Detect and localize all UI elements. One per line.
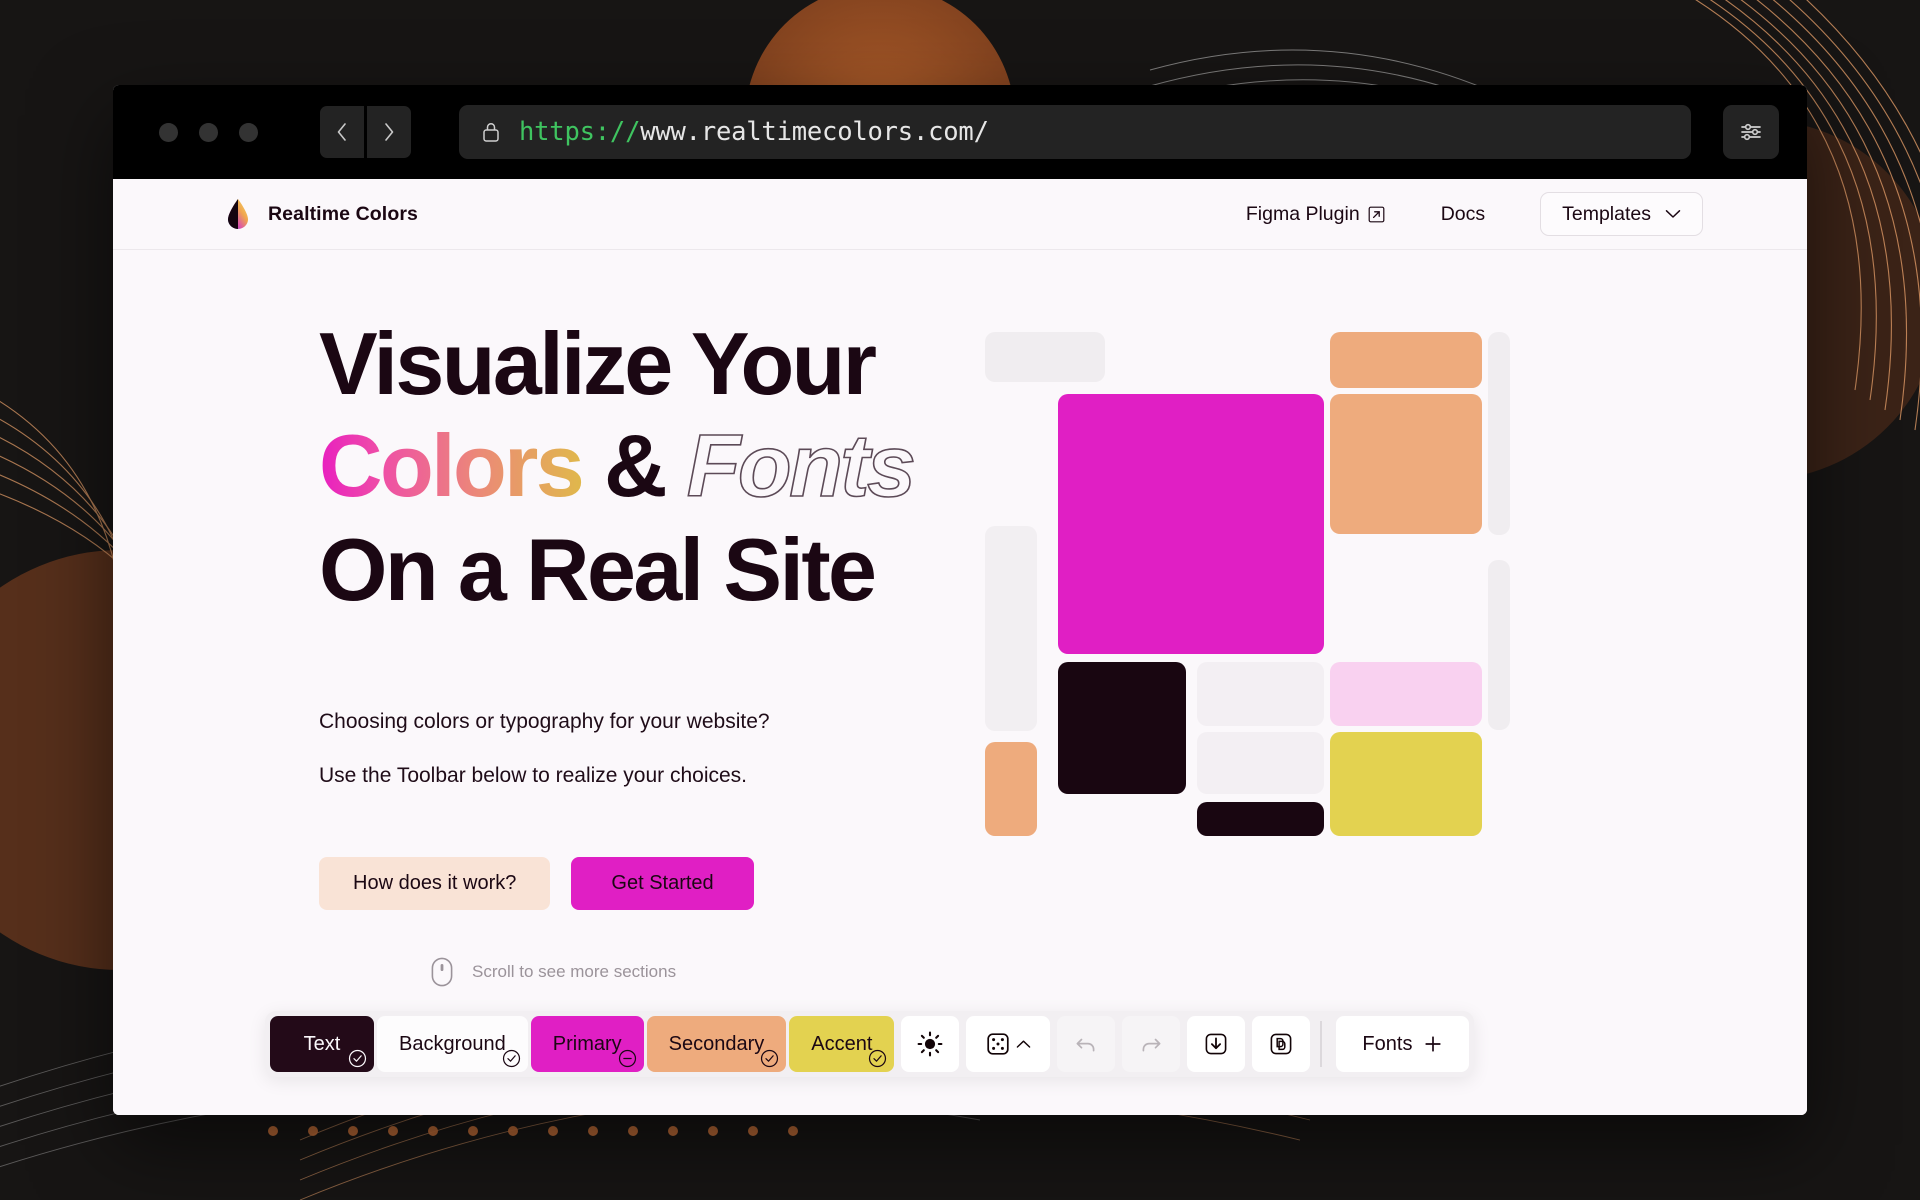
chevron-down-icon — [1665, 210, 1681, 218]
color-toolbar: Text Background Primary Secondary Accent Font… — [265, 1011, 1475, 1077]
url-host-path: www.realtimecolors.com/ — [640, 117, 989, 147]
swatch-neutral-mid — [1197, 662, 1324, 726]
external-link-icon — [1368, 206, 1385, 222]
window-traffic-lights — [159, 122, 258, 142]
brightness-button[interactable] — [901, 1016, 960, 1072]
swatch-primary-large — [1058, 394, 1324, 654]
forward-button[interactable] — [367, 106, 411, 158]
url-scheme: https:// — [519, 117, 641, 147]
redo-icon — [1142, 1038, 1161, 1052]
url-text: https://www.realtimecolors.com/ — [519, 117, 989, 147]
brand[interactable]: Realtime Colors — [225, 198, 418, 230]
fonts-button-label: Fonts — [1362, 1032, 1413, 1055]
toolbar-divider — [1320, 1021, 1323, 1067]
plus-icon — [1425, 1036, 1442, 1052]
brand-name: Realtime Colors — [268, 202, 418, 225]
back-button[interactable] — [320, 106, 364, 158]
site-navbar: Realtime Colors Figma Plugin Docs Templa… — [113, 179, 1807, 250]
minimize-window-button[interactable] — [199, 122, 218, 142]
swatch-neutral-low — [1197, 732, 1324, 794]
sun-icon — [917, 1031, 943, 1057]
check-circle-icon — [869, 1049, 887, 1068]
dice-icon — [987, 1033, 1010, 1055]
lock-icon — [481, 120, 501, 144]
web-page: Realtime Colors Figma Plugin Docs Templa… — [113, 179, 1807, 1115]
color-chip-label: Background — [399, 1032, 506, 1055]
page-title: Visualize Your Colors & Fonts On a Real … — [319, 320, 933, 614]
hero-cta-group: How does it work? Get Started — [319, 857, 933, 910]
chevron-up-icon — [1017, 1040, 1031, 1048]
swatch-text-dark — [1058, 662, 1186, 794]
redo-button[interactable] — [1122, 1016, 1181, 1072]
copy-button[interactable] — [1252, 1016, 1311, 1072]
templates-label: Templates — [1562, 202, 1651, 225]
maximize-window-button[interactable] — [239, 122, 258, 142]
swatch-secondary-top — [1330, 332, 1482, 388]
headline-word-fonts: Fonts — [686, 416, 917, 515]
swatch-light-top — [985, 332, 1105, 382]
swatch-secondary-strip — [985, 742, 1037, 836]
download-icon — [1206, 1033, 1227, 1055]
hero-paragraph-2: Use the Toolbar below to realize your ch… — [319, 763, 748, 787]
sliders-icon — [1741, 123, 1761, 141]
color-chip-accent[interactable]: Accent — [789, 1016, 895, 1072]
address-bar[interactable]: https://www.realtimecolors.com/ — [459, 105, 1691, 159]
browser-chrome: https://www.realtimecolors.com/ — [113, 85, 1807, 179]
nav-link-docs[interactable]: Docs — [1413, 203, 1513, 226]
nav-link-figma-plugin[interactable]: Figma Plugin — [1218, 203, 1413, 226]
browser-nav-buttons — [320, 106, 411, 158]
templates-dropdown-button[interactable]: Templates — [1540, 192, 1703, 236]
nav-link-label: Figma Plugin — [1245, 202, 1360, 225]
hero-left-column: Visualize Your Colors & Fonts On a Real … — [113, 320, 933, 910]
swatch-accent-pale — [1330, 662, 1482, 726]
headline-line-3: On a Real Site — [319, 520, 877, 619]
download-button[interactable] — [1187, 1016, 1246, 1072]
swatch-rail-right — [1488, 332, 1510, 535]
color-chip-primary[interactable]: Primary — [530, 1016, 644, 1072]
headline-word-amp: & — [603, 416, 668, 515]
hero-body-text: Choosing colors or typography for your w… — [319, 706, 933, 791]
minus-circle-icon — [618, 1049, 636, 1068]
mouse-icon — [431, 957, 453, 987]
close-window-button[interactable] — [159, 122, 178, 142]
color-chip-background[interactable]: Background — [377, 1016, 528, 1072]
color-chip-label: Text — [303, 1032, 341, 1055]
check-circle-icon — [502, 1049, 520, 1068]
color-chip-label: Accent — [811, 1032, 873, 1055]
realtime-colors-logo-icon — [228, 199, 248, 229]
check-circle-icon — [348, 1049, 367, 1068]
nav-links: Figma Plugin Docs Templates — [1218, 192, 1703, 236]
check-circle-icon — [761, 1049, 779, 1068]
randomize-button[interactable] — [966, 1016, 1051, 1072]
hero-paragraph-1: Choosing colors or typography for your w… — [319, 710, 770, 733]
browser-window: https://www.realtimecolors.com/ Realtime… — [113, 85, 1807, 1115]
fonts-button[interactable]: Fonts — [1336, 1016, 1470, 1072]
chevron-left-icon — [337, 123, 346, 141]
how-does-it-work-button[interactable]: How does it work? — [319, 857, 551, 910]
browser-settings-button[interactable] — [1723, 105, 1779, 159]
undo-button[interactable] — [1057, 1016, 1116, 1072]
color-chip-text[interactable]: Text — [270, 1016, 374, 1072]
color-chip-secondary[interactable]: Secondary — [646, 1016, 787, 1072]
undo-icon — [1076, 1038, 1095, 1052]
swatch-rail-right-low — [1488, 560, 1510, 730]
nav-link-label: Docs — [1440, 202, 1486, 225]
color-chip-label: Secondary — [668, 1032, 765, 1055]
copy-icon — [1271, 1033, 1292, 1055]
swatch-secondary-big — [1330, 394, 1482, 534]
scroll-hint-label: Scroll to see more sections — [472, 962, 677, 981]
swatch-accent-yellow — [1330, 732, 1482, 836]
chevron-right-icon — [385, 123, 394, 141]
scroll-hint: Scroll to see more sections — [431, 957, 676, 987]
headline-word-colors: Colors — [319, 416, 585, 515]
get-started-button[interactable]: Get Started — [571, 857, 754, 910]
color-palette-preview — [985, 332, 1510, 852]
color-chip-label: Primary — [552, 1032, 622, 1055]
headline-line-1: Visualize Your — [319, 314, 877, 413]
swatch-rail-left — [985, 526, 1037, 731]
hero-section: Visualize Your Colors & Fonts On a Real … — [113, 250, 1807, 910]
headline-line-2: Colors & Fonts — [319, 421, 933, 511]
swatch-text-bar — [1197, 802, 1324, 836]
